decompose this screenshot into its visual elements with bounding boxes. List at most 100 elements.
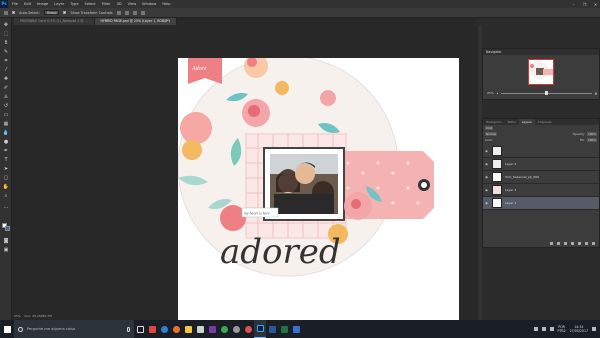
- marquee-icon[interactable]: ⬚: [2, 31, 10, 38]
- tab-channels[interactable]: Channels: [535, 119, 555, 125]
- chevron-up-icon[interactable]: [533, 327, 538, 331]
- align-left-icon[interactable]: [116, 10, 121, 15]
- shape-icon[interactable]: ▢: [2, 175, 10, 182]
- zoom-icon[interactable]: ⌕: [2, 193, 10, 200]
- edge-icon[interactable]: [158, 320, 170, 338]
- start-button[interactable]: [0, 320, 14, 338]
- hand-icon[interactable]: ✋: [2, 184, 10, 191]
- vivaldi-icon[interactable]: [242, 320, 254, 338]
- move-icon[interactable]: ✥: [2, 22, 10, 29]
- chrome-icon[interactable]: [218, 320, 230, 338]
- visibility-eye-icon[interactable]: ◉: [484, 201, 489, 205]
- clone-stamp-icon[interactable]: ♙: [2, 94, 10, 101]
- close-icon[interactable]: ✕: [593, 2, 598, 7]
- brush-icon[interactable]: ✐: [2, 85, 10, 92]
- network-icon[interactable]: [541, 327, 546, 331]
- navigator-preview[interactable]: [528, 59, 554, 85]
- menu-3d[interactable]: 3D: [117, 0, 122, 8]
- photos-icon[interactable]: [290, 320, 302, 338]
- new-layer-icon[interactable]: [585, 242, 588, 245]
- word-icon[interactable]: [266, 320, 278, 338]
- menu-window[interactable]: Window: [142, 0, 156, 8]
- menu-layer[interactable]: Layer: [54, 0, 64, 8]
- menu-view[interactable]: View: [128, 0, 137, 8]
- clock[interactable]: 14:34 27/05/2017: [570, 325, 588, 333]
- fill-input[interactable]: 100%: [587, 138, 597, 142]
- dodge-icon[interactable]: ●: [2, 139, 10, 146]
- layer-row[interactable]: ◉ UCC_Seasonal_pp_060: [483, 171, 599, 184]
- healing-icon[interactable]: ✚: [2, 76, 10, 83]
- onenote-icon[interactable]: [206, 320, 218, 338]
- menu-image[interactable]: Image: [37, 0, 48, 8]
- more-tools-icon[interactable]: …: [2, 204, 10, 211]
- layer-row[interactable]: ◉ Layer 2: [483, 158, 599, 171]
- menu-type[interactable]: Type: [70, 0, 78, 8]
- minimize-icon[interactable]: –: [571, 2, 576, 7]
- opacity-input[interactable]: 100%: [587, 132, 597, 136]
- auto-select-dropdown[interactable]: Group: [43, 10, 60, 15]
- file-explorer-icon[interactable]: [182, 320, 194, 338]
- zoom-in-icon[interactable]: ▲: [595, 91, 597, 95]
- task-view-icon[interactable]: [134, 320, 146, 338]
- menu-help[interactable]: Help: [162, 0, 170, 8]
- link-icon[interactable]: [550, 242, 553, 245]
- store-icon[interactable]: [146, 320, 158, 338]
- taskbar-search[interactable]: Pergunte-me alguma coisa: [14, 320, 134, 338]
- eyedropper-icon[interactable]: ⁄: [2, 67, 10, 74]
- menu-filter[interactable]: Filter: [102, 0, 111, 8]
- gradient-icon[interactable]: ▦: [2, 121, 10, 128]
- quick-select-icon[interactable]: ✎: [2, 49, 10, 56]
- visibility-eye-icon[interactable]: ◉: [484, 188, 489, 192]
- notifications-icon[interactable]: [592, 327, 596, 331]
- visibility-eye-icon[interactable]: ◉: [484, 162, 489, 166]
- history-brush-icon[interactable]: ↺: [2, 103, 10, 110]
- lasso-icon[interactable]: ϐ: [2, 40, 10, 47]
- microphone-icon[interactable]: [127, 326, 130, 332]
- mask-icon[interactable]: [564, 242, 567, 245]
- menu-edit[interactable]: Edit: [24, 0, 31, 8]
- folder-icon[interactable]: [578, 242, 581, 245]
- volume-icon[interactable]: [549, 327, 554, 331]
- menu-file[interactable]: File: [12, 0, 18, 8]
- layer-kind-filter[interactable]: Kind: [485, 126, 494, 130]
- photoshop-taskbar-icon[interactable]: [254, 320, 266, 338]
- tab-hybrid-page[interactable]: HYBRID PAGE.psd @ 25% (Layer 1, RGB/8*): [94, 18, 178, 25]
- layer-row[interactable]: ◉ Layer 3: [483, 184, 599, 197]
- screen-mode-icon[interactable]: ▣: [2, 247, 10, 254]
- visibility-eye-icon[interactable]: ◉: [484, 175, 489, 179]
- cut-tool-icon[interactable]: [194, 320, 206, 338]
- show-transform-checkbox[interactable]: [63, 11, 67, 14]
- fx-icon[interactable]: [557, 242, 560, 245]
- move-tool-icon[interactable]: [4, 10, 8, 15]
- blur-icon[interactable]: 💧: [2, 130, 10, 137]
- distribute-icon[interactable]: [140, 10, 145, 15]
- blend-mode-select[interactable]: Normal: [485, 132, 498, 136]
- auto-select-checkbox[interactable]: [12, 11, 15, 14]
- visibility-eye-icon[interactable]: ◉: [484, 149, 489, 153]
- document-canvas[interactable]: Adore my heart is here adored: [178, 58, 459, 338]
- navigator-zoom-knob[interactable]: [544, 91, 548, 95]
- trash-icon[interactable]: [592, 242, 595, 245]
- language-indicator[interactable]: POR PTB2: [558, 325, 566, 333]
- zoom-out-icon[interactable]: ▴: [497, 91, 499, 95]
- tab-paths[interactable]: Paths: [505, 119, 519, 125]
- menu-select[interactable]: Select: [85, 0, 96, 8]
- type-icon[interactable]: T: [2, 157, 10, 164]
- tab-histogram[interactable]: Histogram: [483, 119, 505, 125]
- excel-icon[interactable]: [278, 320, 290, 338]
- adjustment-icon[interactable]: [571, 242, 574, 245]
- background-color-swatch[interactable]: [5, 226, 10, 231]
- tab-printable-card[interactable]: PRINTABLE Card ili 5% (1)_Notepad 2 @ ..…: [14, 18, 95, 25]
- align-right-icon[interactable]: [132, 10, 137, 15]
- align-center-icon[interactable]: [124, 10, 129, 15]
- navigator-zoom-slider[interactable]: [501, 91, 592, 95]
- layer-row[interactable]: ◉: [483, 145, 599, 158]
- settings-icon[interactable]: [230, 320, 242, 338]
- path-select-icon[interactable]: ➤: [2, 166, 10, 173]
- crop-icon[interactable]: ⌗: [2, 58, 10, 65]
- tab-layers[interactable]: Layers: [518, 119, 535, 125]
- quick-mask-icon[interactable]: ◙: [2, 238, 10, 245]
- layer-row-selected[interactable]: ◉ Layer 1: [483, 197, 599, 210]
- restore-icon[interactable]: ❐: [582, 2, 587, 7]
- pen-icon[interactable]: ✒: [2, 148, 10, 155]
